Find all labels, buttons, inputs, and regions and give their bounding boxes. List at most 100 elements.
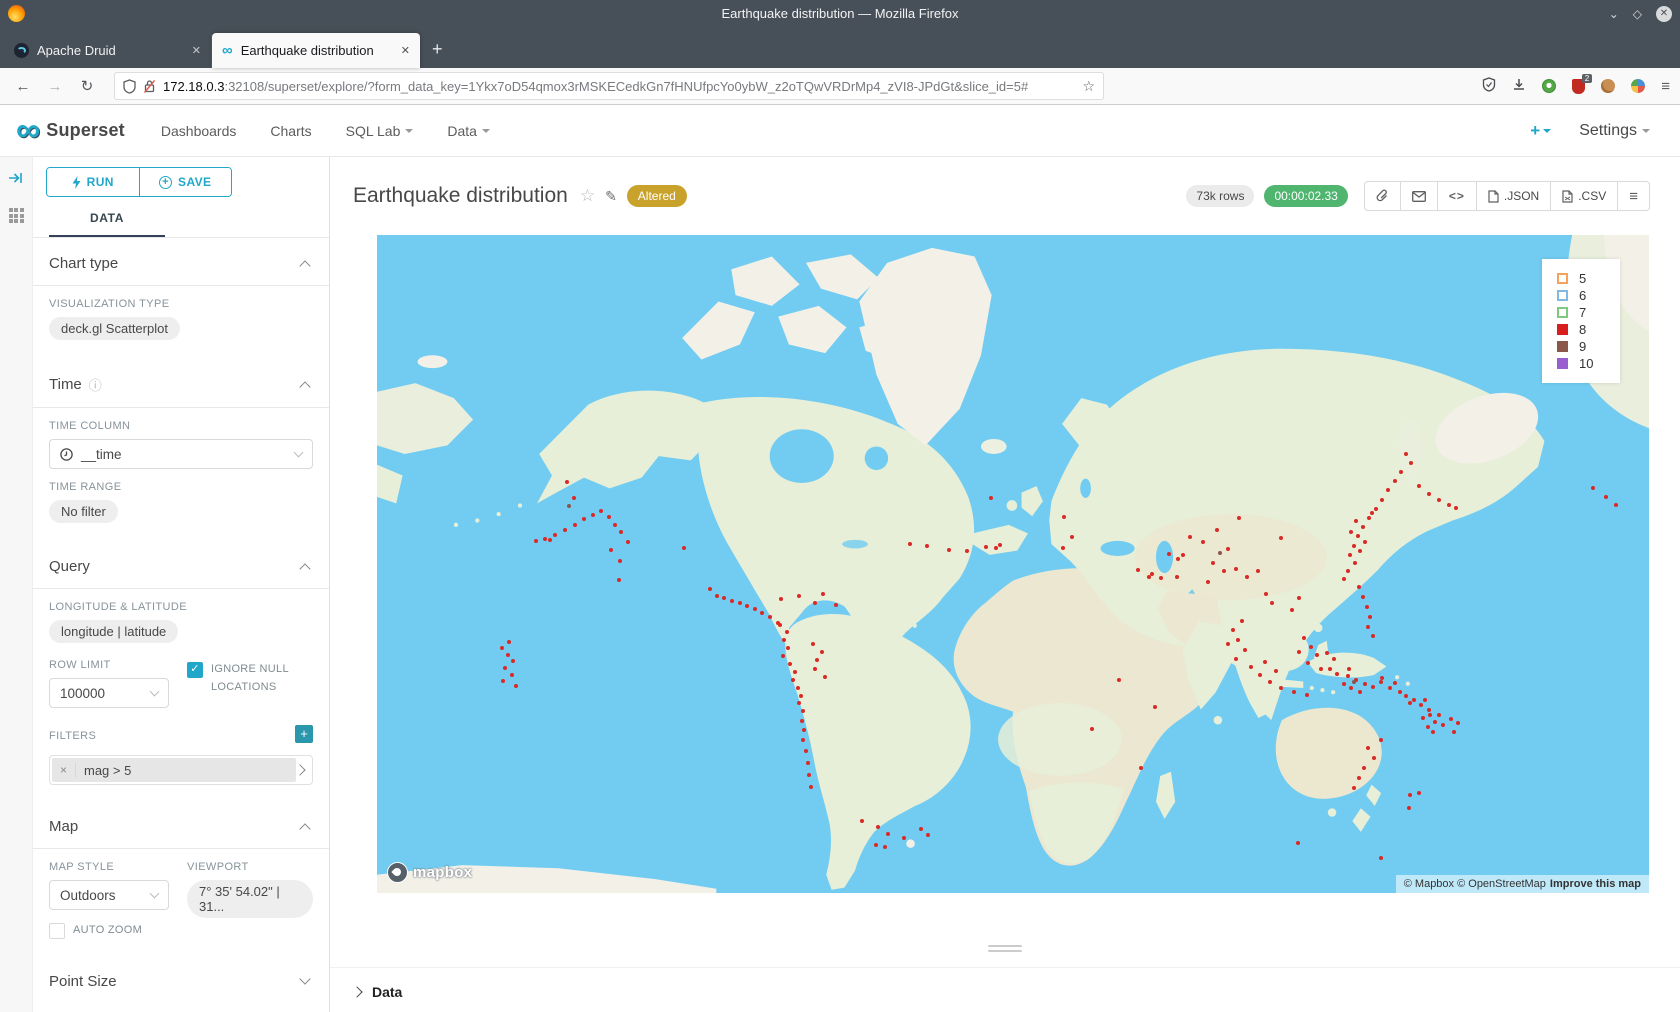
legend-item[interactable]: 8	[1557, 321, 1620, 338]
earthquake-point[interactable]	[500, 646, 504, 650]
earthquake-point[interactable]	[994, 546, 998, 550]
earthquake-point[interactable]	[1347, 667, 1351, 671]
earthquake-point[interactable]	[626, 540, 630, 544]
email-button[interactable]	[1400, 182, 1437, 210]
earthquake-point[interactable]	[563, 528, 567, 532]
earthquake-point[interactable]	[1370, 511, 1374, 515]
earthquake-point[interactable]	[565, 480, 569, 484]
earthquake-point[interactable]	[1175, 575, 1179, 579]
legend-item[interactable]: 7	[1557, 304, 1620, 321]
earthquake-point[interactable]	[1398, 690, 1402, 694]
tab-earthquake-distribution[interactable]: ∞ Earthquake distribution ✕	[212, 33, 420, 68]
earthquake-point[interactable]	[1234, 567, 1238, 571]
earthquake-point[interactable]	[1441, 723, 1445, 727]
earthquake-point[interactable]	[1372, 756, 1376, 760]
earthquake-point[interactable]	[511, 659, 515, 663]
earthquake-point[interactable]	[1309, 645, 1313, 649]
earthquake-point[interactable]	[1426, 725, 1430, 729]
earthquake-point[interactable]	[1409, 461, 1413, 465]
earthquake-point[interactable]	[1393, 681, 1397, 685]
earthquake-point[interactable]	[591, 513, 595, 517]
earthquake-point[interactable]	[708, 587, 712, 591]
filter-chip[interactable]: × mag > 5	[52, 758, 296, 782]
earthquake-point[interactable]	[567, 504, 571, 508]
section-point-size[interactable]: Point Size	[49, 956, 313, 1003]
earthquake-point[interactable]	[1061, 546, 1065, 550]
earthquake-point[interactable]	[738, 601, 742, 605]
earthquake-point[interactable]	[1431, 730, 1435, 734]
earthquake-point[interactable]	[1393, 479, 1397, 483]
minimize-icon[interactable]: ⌄	[1609, 7, 1619, 21]
earthquake-point[interactable]	[1366, 625, 1370, 629]
earthquake-point[interactable]	[1447, 503, 1451, 507]
earthquake-point[interactable]	[1159, 576, 1163, 580]
earthquake-point[interactable]	[682, 546, 686, 550]
earthquake-point[interactable]	[1379, 738, 1383, 742]
url-text[interactable]: 172.18.0.3:32108/superset/explore/?form_…	[163, 79, 1075, 94]
earthquake-point[interactable]	[613, 523, 617, 527]
earthquake-point[interactable]	[1417, 484, 1421, 488]
earthquake-point[interactable]	[1342, 682, 1346, 686]
earthquake-point[interactable]	[1367, 516, 1371, 520]
earthquake-point[interactable]	[1240, 619, 1244, 623]
earthquake-point[interactable]	[860, 819, 864, 823]
earthquake-point[interactable]	[804, 749, 808, 753]
earthquake-point[interactable]	[1362, 766, 1366, 770]
earthquake-point[interactable]	[791, 678, 795, 682]
earthquake-point[interactable]	[1379, 856, 1383, 860]
earthquake-point[interactable]	[1325, 651, 1329, 655]
earthquake-point[interactable]	[573, 523, 577, 527]
earthquake-point[interactable]	[1302, 636, 1306, 640]
insecure-lock-icon[interactable]	[143, 79, 156, 94]
favorite-star-icon[interactable]: ☆	[580, 186, 595, 206]
earthquake-point[interactable]	[781, 654, 785, 658]
earthquake-point[interactable]	[617, 578, 621, 582]
earthquake-point[interactable]	[779, 597, 783, 601]
remove-filter-icon[interactable]: ×	[52, 763, 76, 777]
earthquake-point[interactable]	[1201, 540, 1205, 544]
earthquake-point[interactable]	[1117, 678, 1121, 682]
earthquake-point[interactable]	[1342, 577, 1346, 581]
earthquake-point[interactable]	[1423, 698, 1427, 702]
earthquake-point[interactable]	[1231, 628, 1235, 632]
earthquake-point[interactable]	[801, 738, 805, 742]
earthquake-point[interactable]	[1433, 720, 1437, 724]
earthquake-point[interactable]	[797, 701, 801, 705]
earthquake-point[interactable]	[926, 833, 930, 837]
altered-badge[interactable]: Altered	[627, 185, 687, 207]
earthquake-point[interactable]	[1361, 595, 1365, 599]
earthquake-point[interactable]	[510, 673, 514, 677]
earthquake-point[interactable]	[1427, 708, 1431, 712]
earthquake-point[interactable]	[1256, 569, 1260, 573]
earthquake-point[interactable]	[572, 496, 576, 500]
forward-button[interactable]: →	[42, 78, 68, 95]
earthquake-point[interactable]	[809, 785, 813, 789]
section-chart-type[interactable]: Chart type	[49, 238, 313, 285]
earthquake-point[interactable]	[1332, 657, 1336, 661]
earthquake-point[interactable]	[1147, 575, 1151, 579]
earthquake-point[interactable]	[1319, 667, 1323, 671]
earthquake-point[interactable]	[1357, 776, 1361, 780]
earthquake-point[interactable]	[1268, 680, 1272, 684]
earthquake-point[interactable]	[876, 825, 880, 829]
earthquake-point[interactable]	[1614, 503, 1618, 507]
earthquake-point[interactable]	[1176, 557, 1180, 561]
earthquake-point[interactable]	[1357, 585, 1361, 589]
earthquake-point[interactable]	[925, 544, 929, 548]
earthquake-point[interactable]	[883, 845, 887, 849]
earthquake-point[interactable]	[1437, 498, 1441, 502]
earthquake-point[interactable]	[1353, 561, 1357, 565]
earthquake-point[interactable]	[834, 603, 838, 607]
earthquake-point[interactable]	[806, 761, 810, 765]
earthquake-point[interactable]	[1139, 766, 1143, 770]
earthquake-point[interactable]	[811, 642, 815, 646]
section-time[interactable]: Timeⓘ	[49, 358, 313, 407]
dataset-grid-icon[interactable]	[9, 208, 24, 223]
earthquake-point[interactable]	[1062, 515, 1066, 519]
legend-item[interactable]: 10	[1557, 355, 1620, 372]
earthquake-point[interactable]	[768, 615, 772, 619]
earthquake-point[interactable]	[1181, 553, 1185, 557]
earthquake-point[interactable]	[1404, 694, 1408, 698]
viz-type-value[interactable]: deck.gl Scatterplot	[49, 317, 180, 340]
earthquake-point[interactable]	[1226, 547, 1230, 551]
